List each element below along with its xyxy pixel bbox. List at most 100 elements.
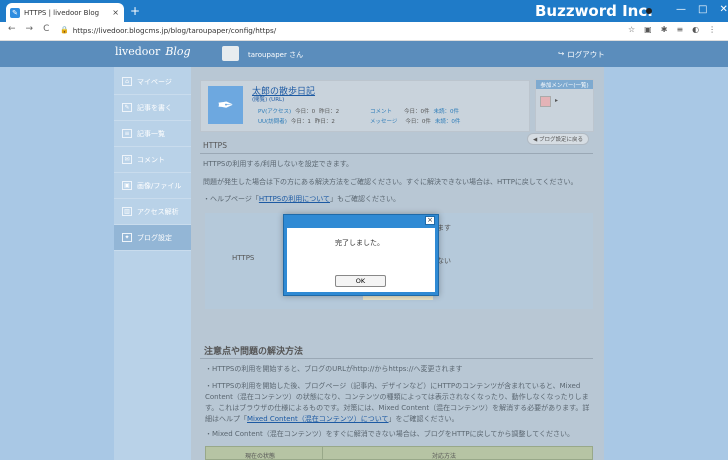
sidebar-item-articles[interactable]: ≡ 記事一覧 bbox=[114, 121, 191, 147]
message-today: 今日：0件 bbox=[405, 119, 431, 125]
member-list-button[interactable]: 参加メンバー(一覧) bbox=[536, 80, 593, 89]
help-suffix: 」もご確認ください。 bbox=[330, 195, 401, 203]
bookmark-star-icon[interactable]: ☆ bbox=[628, 25, 635, 34]
pv-label: PV(アクセス) bbox=[258, 109, 292, 115]
blog-summary-card bbox=[200, 80, 530, 132]
message-stat: メッセージ 今日：0件 未読：0件 bbox=[370, 117, 460, 125]
pv-today: 今日：0 bbox=[295, 109, 316, 115]
sidebar-item-label: マイページ bbox=[137, 77, 172, 86]
reading-list-icon[interactable]: ≡ bbox=[676, 25, 683, 34]
url-text[interactable]: https://livedoor.blogcms.jp/blog/taroupa… bbox=[73, 26, 276, 35]
section-divider bbox=[200, 153, 593, 154]
blog-favicon-icon: ✎ bbox=[10, 7, 20, 18]
close-window-icon[interactable]: ✕ bbox=[719, 4, 727, 15]
problem-text: 問題が発生した場合は下の方にある解決方法をご確認ください。すぐに解決できない場合… bbox=[203, 178, 578, 186]
minimize-icon[interactable]: — bbox=[676, 4, 686, 15]
note-revert-http: ・Mixed Content（混在コンテンツ）をすぐに解消できない場合は、ブログ… bbox=[205, 430, 575, 438]
settings-row-text: ない bbox=[437, 257, 451, 265]
logout-link[interactable]: ↪ ログアウト bbox=[558, 49, 605, 60]
account-icon[interactable]: ◐ bbox=[692, 25, 699, 34]
dialog-close-icon[interactable]: × bbox=[425, 216, 435, 225]
logo-text: livedoor bbox=[115, 45, 161, 58]
sidebar-item-blog-settings[interactable]: ✦ ブログ設定 bbox=[114, 225, 191, 251]
user-name: taroupaper さん bbox=[248, 51, 304, 59]
uu-stat: UU(訪問者) 今日：1 昨日：2 bbox=[258, 117, 335, 125]
livedoor-blog-logo[interactable]: livedoor Blog bbox=[115, 45, 191, 58]
message-unread[interactable]: 未読：0件 bbox=[435, 117, 461, 125]
note-prefix: 細はヘルプ「 bbox=[205, 415, 247, 423]
puzzle-icon[interactable]: ✱ bbox=[661, 25, 668, 34]
blog-feather-icon[interactable]: ✒ bbox=[208, 86, 243, 124]
note-suffix: 」をご確認ください。 bbox=[388, 415, 459, 423]
comment-unread[interactable]: 未読：0件 bbox=[434, 107, 460, 115]
image-icon: ▣ bbox=[122, 181, 132, 190]
note-mixed-content: ・HTTPSの利用を開始した後、ブログページ（記事内、デザインなど）にHTTPの… bbox=[205, 381, 589, 425]
tab-title: HTTPS | livedoor Blog bbox=[24, 8, 100, 17]
section-title: HTTPS bbox=[203, 141, 227, 150]
extension-icons: ☆ ▣ ✱ ≡ ◐ ⋮ bbox=[628, 25, 716, 34]
back-arrow-icon[interactable]: ← bbox=[8, 24, 16, 34]
brand-watermark: Buzzword Inc. bbox=[535, 2, 653, 20]
help-text: ・ヘルプページ「HTTPSの利用について」もご確認ください。 bbox=[203, 194, 400, 205]
window-controls: — □ ✕ bbox=[676, 4, 728, 15]
member-avatar[interactable] bbox=[540, 96, 551, 107]
home-icon: ⌂ bbox=[122, 77, 132, 86]
maximize-icon[interactable]: □ bbox=[698, 4, 707, 15]
nav-buttons: ← → C bbox=[8, 24, 49, 34]
sidebar-item-write[interactable]: ✎ 記事を書く bbox=[114, 95, 191, 121]
section2-divider bbox=[200, 358, 593, 359]
back-to-settings-button[interactable]: ◀ ブログ設定に戻る bbox=[527, 133, 589, 145]
logout-icon: ↪ bbox=[558, 49, 565, 58]
sidebar-item-label: アクセス解析 bbox=[137, 207, 179, 216]
https-help-link[interactable]: HTTPSの利用について bbox=[259, 195, 330, 203]
https-label: HTTPS bbox=[232, 254, 255, 262]
note-line: Content（混在コンテンツ）の状態になり、コンテンツの種類によっては表示され… bbox=[205, 393, 589, 401]
logo-blog-text: Blog bbox=[165, 45, 191, 58]
reload-icon[interactable]: C bbox=[43, 24, 49, 34]
sidebar-item-comments[interactable]: ✉ コメント bbox=[114, 147, 191, 173]
forward-arrow-icon[interactable]: → bbox=[26, 24, 34, 34]
ok-button[interactable]: OK bbox=[335, 275, 386, 287]
section2-title: 注意点や問題の解決方法 bbox=[204, 347, 304, 357]
sidebar-item-label: コメント bbox=[137, 155, 165, 164]
table-header-solution: 対応方法 bbox=[432, 453, 457, 460]
note-line: す。これはブラウザの仕様によるものです。対策には、Mixed Content（混… bbox=[205, 404, 590, 412]
note-line: ・HTTPSの利用を開始した後、ブログページ（記事内、デザインなど）にHTTPの… bbox=[205, 382, 581, 390]
mixed-content-help-link[interactable]: Mixed Content（混在コンテンツ）について bbox=[247, 415, 389, 423]
pv-yesterday: 昨日：2 bbox=[319, 109, 340, 115]
menu-kebab-icon[interactable]: ⋮ bbox=[708, 25, 716, 34]
comment-label: コメント bbox=[370, 109, 393, 115]
new-tab-button[interactable]: + bbox=[130, 4, 140, 18]
user-avatar[interactable] bbox=[222, 46, 239, 61]
pencil-icon: ✎ bbox=[122, 103, 132, 112]
blog-header bbox=[0, 41, 728, 67]
sidebar-item-mypage[interactable]: ⌂ マイページ bbox=[114, 69, 191, 95]
sidebar-item-images[interactable]: ▣ 画像/ファイル bbox=[114, 173, 191, 199]
table-column-divider bbox=[322, 446, 323, 460]
comment-stat: コメント 今日：0件 未読：0件 bbox=[370, 107, 459, 115]
member-arrow-icon[interactable]: ▸ bbox=[555, 97, 558, 104]
comment-icon: ✉ bbox=[122, 155, 132, 164]
url-field[interactable]: 🔒 https://livedoor.blogcms.jp/blog/tarou… bbox=[60, 26, 276, 35]
pv-stat: PV(アクセス) 今日：0 昨日：2 bbox=[258, 107, 339, 115]
note-line: 細はヘルプ「Mixed Content（混在コンテンツ）について」をご確認くださ… bbox=[205, 414, 589, 425]
sidebar-item-label: ブログ設定 bbox=[137, 233, 172, 242]
screenshot-icon[interactable]: ▣ bbox=[644, 25, 652, 34]
sidebar-item-analytics[interactable]: ▥ アクセス解析 bbox=[114, 199, 191, 225]
comment-today: 今日：0件 bbox=[404, 109, 430, 115]
note-url-change: ・HTTPSの利用を開始すると、ブログのURLがhttp://からhttps:/… bbox=[205, 365, 463, 373]
profile-icon[interactable] bbox=[646, 8, 652, 14]
help-prefix: ・ヘルプページ「 bbox=[203, 195, 259, 203]
sidebar-item-label: 画像/ファイル bbox=[137, 181, 182, 190]
wrench-icon: ✦ bbox=[122, 233, 132, 242]
settings-row-text: ます bbox=[437, 224, 451, 232]
dialog-message: 完了しました。 bbox=[335, 239, 384, 247]
sidebar-item-label: 記事を書く bbox=[137, 103, 172, 112]
browser-tab[interactable]: ✎ HTTPS | livedoor Blog × bbox=[6, 3, 124, 22]
list-icon: ≡ bbox=[122, 129, 132, 138]
blog-view-links[interactable]: (閲覧) (URL) bbox=[252, 95, 284, 103]
sidebar-item-label: 記事一覧 bbox=[137, 129, 165, 138]
uu-label: UU(訪問者) bbox=[258, 119, 287, 125]
tab-close-icon[interactable]: × bbox=[112, 8, 119, 17]
logout-label: ログアウト bbox=[567, 50, 605, 59]
